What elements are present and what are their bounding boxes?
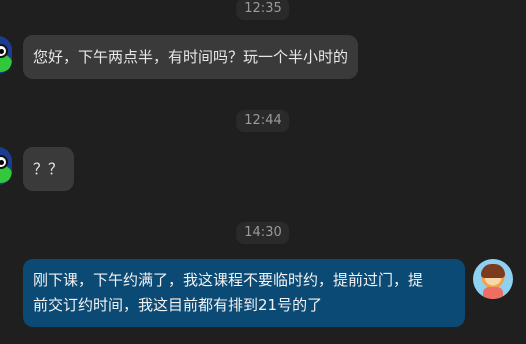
outgoing-message-line-1: 刚下课，下午约满了，我这课程不要临时约，提前过门，提 (33, 271, 424, 289)
frog-avatar-icon[interactable] (0, 147, 12, 185)
incoming-message-bubble[interactable]: 您好，下午两点半，有时间吗？玩一个半小时的 (23, 35, 359, 79)
avatar-hair (481, 264, 505, 278)
chat-window: 12:35 您好，下午两点半，有时间吗？玩一个半小时的 12:44 ？？ 14:… (0, 0, 526, 344)
avatar-shirt (483, 287, 503, 299)
timestamp-1430: 14:30 (236, 222, 290, 244)
cartoon-girl-avatar-icon[interactable] (473, 259, 513, 299)
timestamp-1244: 12:44 (236, 110, 290, 132)
outgoing-message-bubble[interactable]: 刚下课，下午约满了，我这课程不要临时约，提前过门，提 前交订约时间，我这目前都有… (23, 259, 465, 327)
incoming-message-bubble[interactable]: ？？ (23, 147, 74, 191)
timestamp-1235: 12:35 (236, 0, 290, 20)
outgoing-message-line-2: 前交订约时间，我这目前都有排到21号的了 (33, 296, 323, 314)
frog-avatar-icon[interactable] (0, 36, 12, 74)
